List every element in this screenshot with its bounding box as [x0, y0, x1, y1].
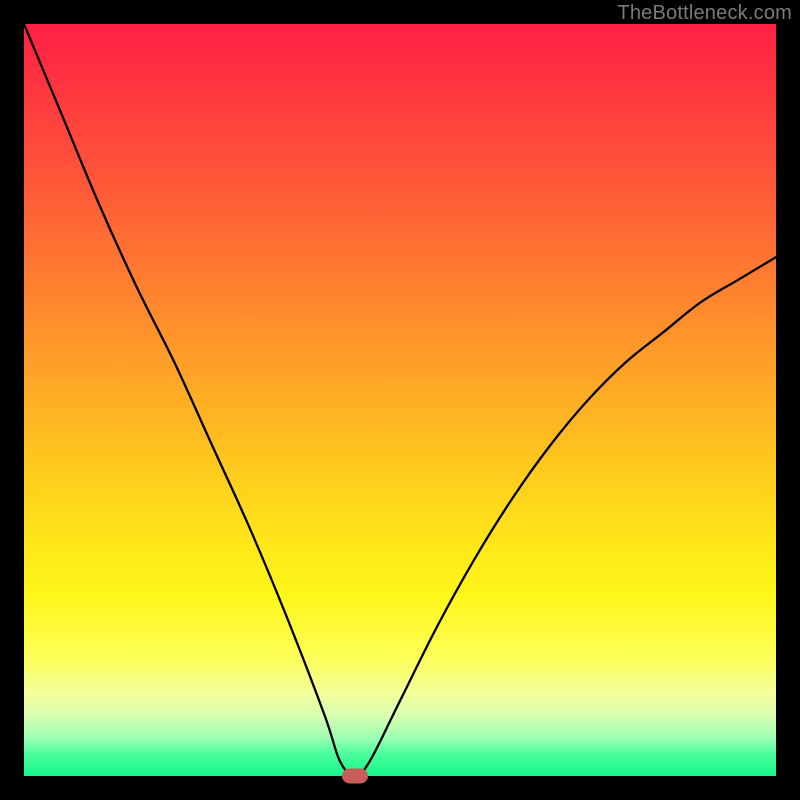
- chart-frame: TheBottleneck.com: [0, 0, 800, 800]
- chart-plot-area: [24, 24, 776, 776]
- bottleneck-curve: [24, 24, 776, 776]
- curve-path: [24, 24, 776, 776]
- watermark-text: TheBottleneck.com: [617, 2, 792, 25]
